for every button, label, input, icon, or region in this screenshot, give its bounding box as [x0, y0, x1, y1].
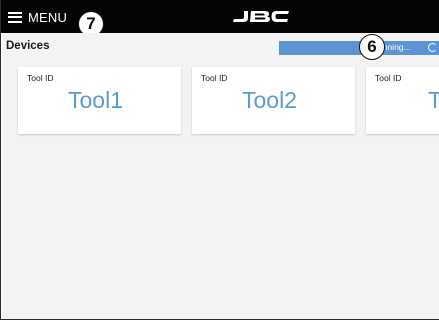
tool-id-label: Tool ID: [201, 73, 228, 83]
menu-label: MENU: [28, 9, 68, 25]
spinner-icon: [428, 43, 437, 52]
tool-card-3[interactable]: Tool ID To: [366, 67, 439, 134]
tool-card-1[interactable]: Tool ID Tool1: [18, 67, 181, 134]
menu-button[interactable]: MENU: [8, 8, 67, 26]
tool-card-2[interactable]: Tool ID Tool2: [192, 67, 355, 134]
hamburger-icon: [8, 11, 22, 23]
tool-name: To: [428, 87, 439, 113]
devices-title: Devices: [6, 40, 50, 52]
tool-id-label: Tool ID: [375, 73, 402, 83]
tool-name: Tool1: [68, 87, 123, 113]
top-bar: MENU: [1, 0, 439, 33]
callout-scan: 6: [359, 34, 385, 60]
tool-id-label: Tool ID: [27, 73, 54, 83]
tool-name: Tool2: [242, 87, 297, 113]
main-content: Devices anning... Tool ID Tool1 Tool ID …: [2, 33, 439, 319]
jbc-logo: [233, 11, 289, 22]
app-window: MENU 7 Devices anning... Tool ID Tool1 T…: [0, 0, 439, 320]
